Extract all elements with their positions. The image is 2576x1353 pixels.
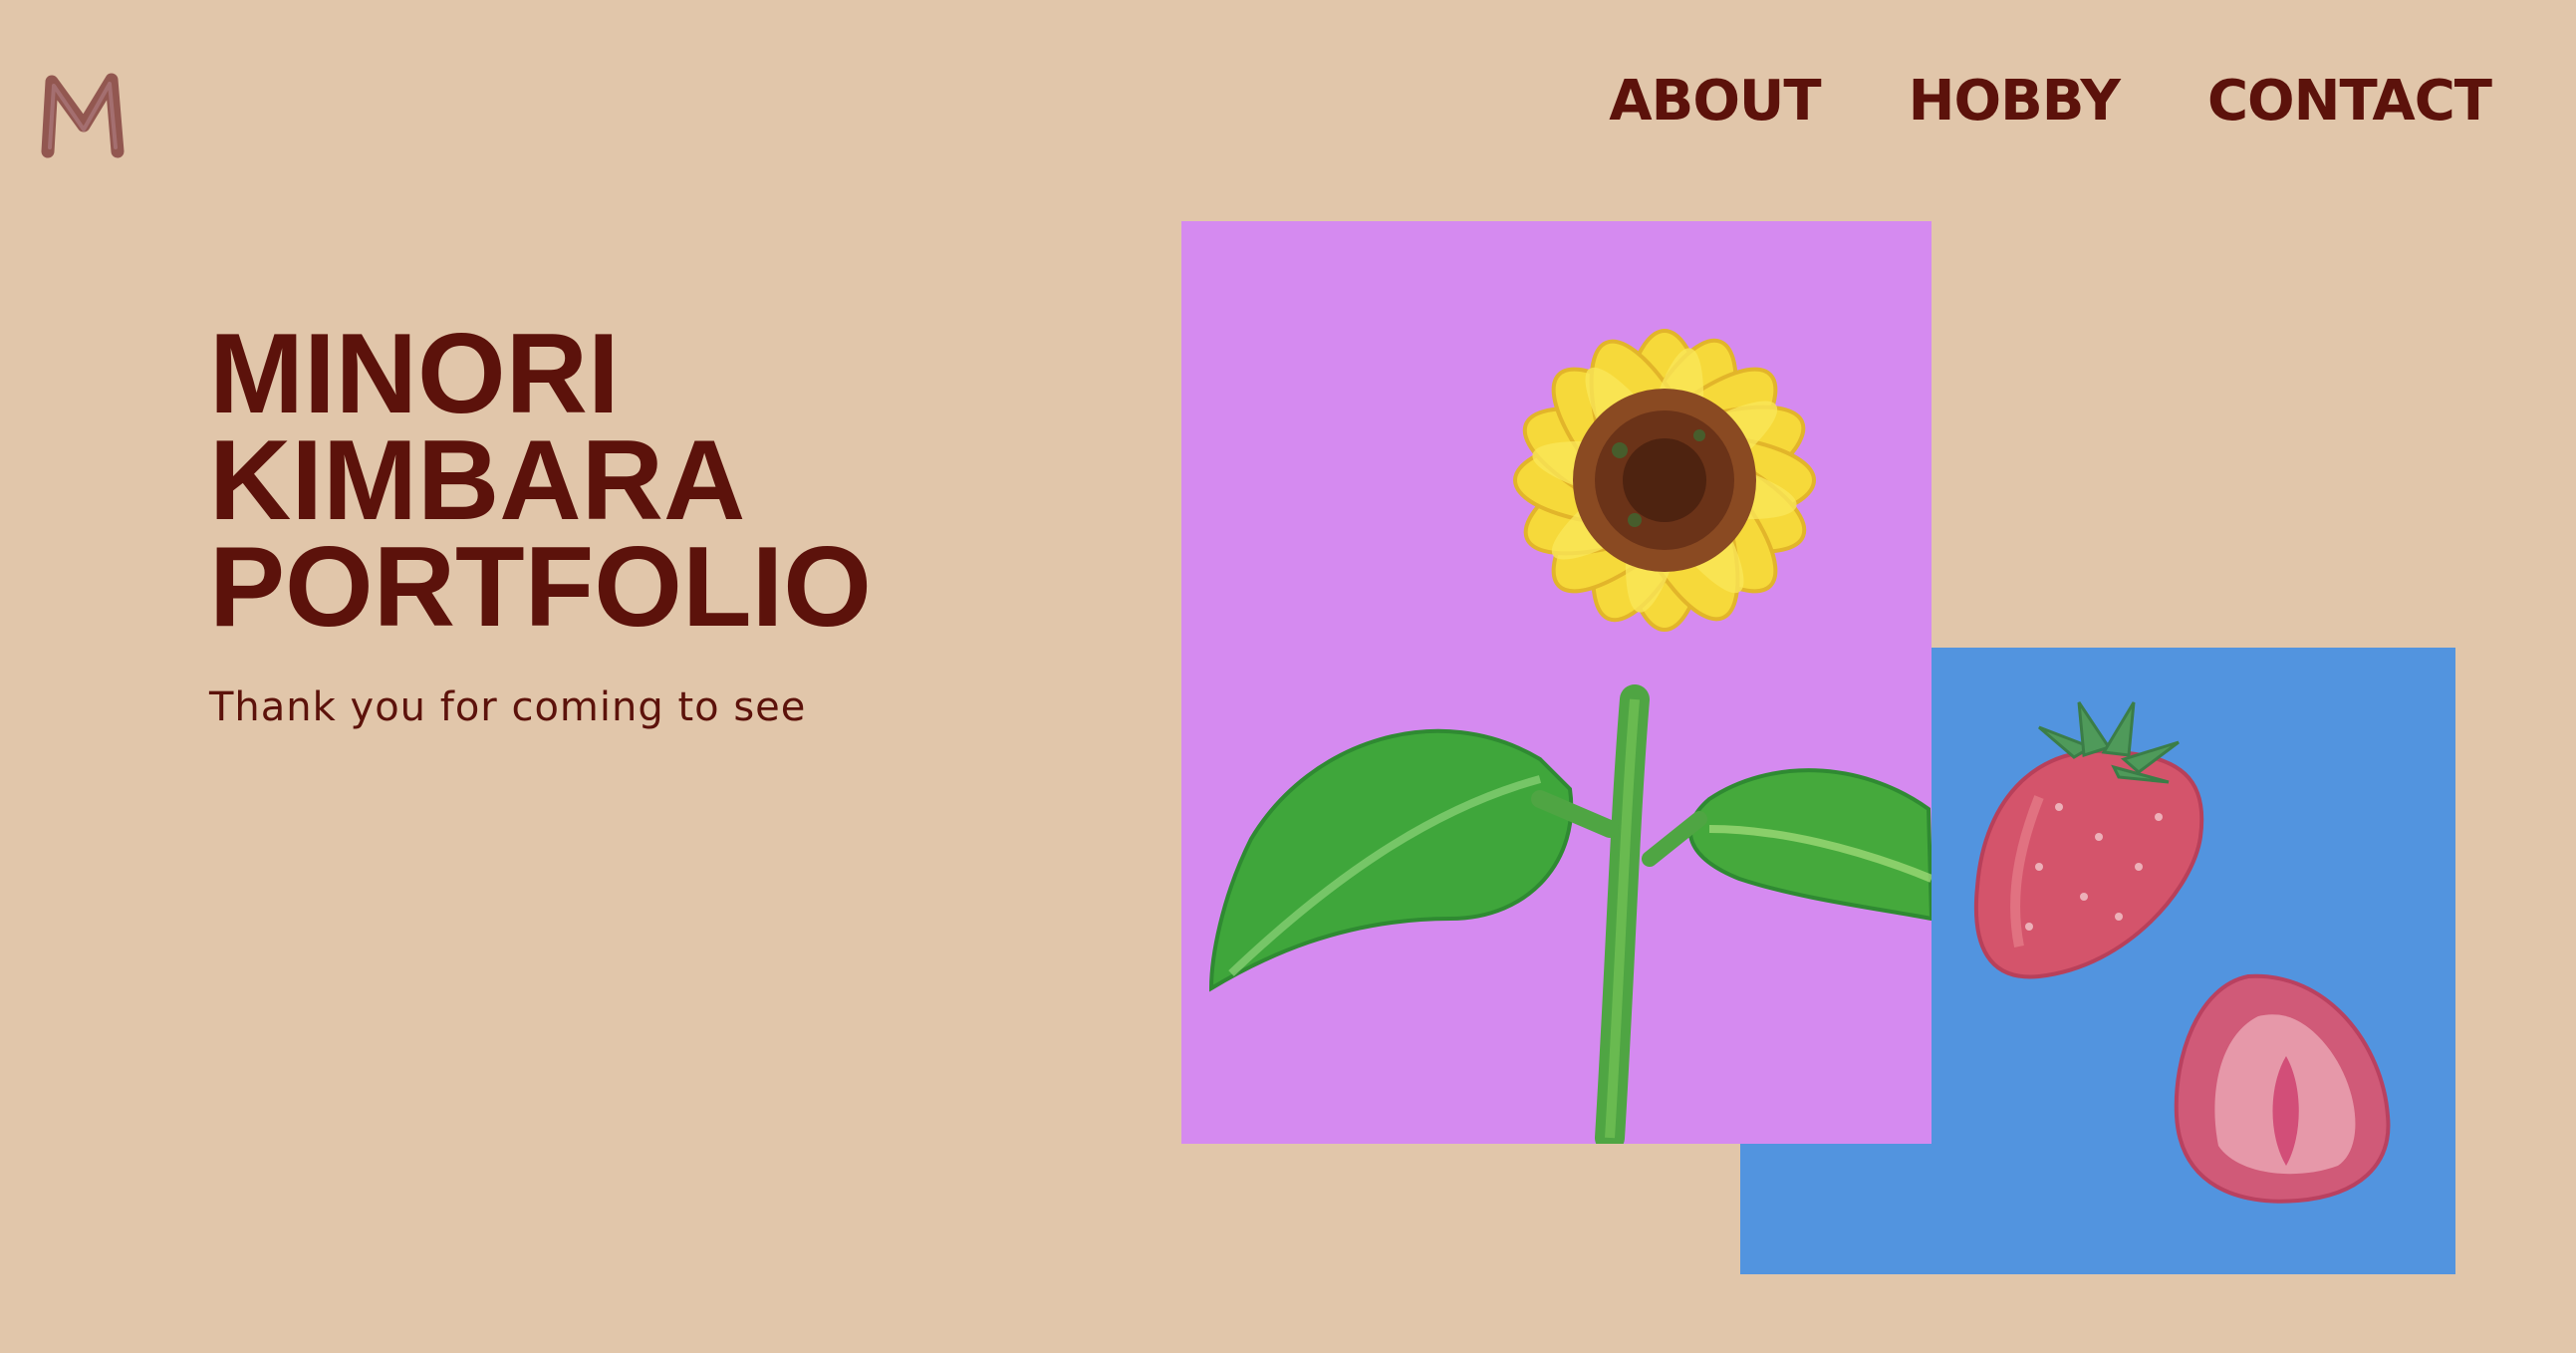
- hero-title-line-3: PORTFOLIO: [209, 524, 872, 651]
- hero-title: MINORI KIMBARA PORTFOLIO: [209, 311, 872, 651]
- hero-title-line-2: KIMBARA: [209, 417, 746, 544]
- sunflower-artwork: [1181, 221, 1932, 1144]
- nav-about-link[interactable]: ABOUT: [1609, 66, 1821, 137]
- main-nav: ABOUT HOBBY CONTACT: [1609, 66, 2492, 137]
- crayon-m-logo-icon: [41, 73, 125, 158]
- site-logo[interactable]: [38, 68, 129, 159]
- hero-subtitle: Thank you for coming to see: [209, 684, 807, 730]
- sunflower-illustration: [1208, 329, 1932, 1144]
- hero-title-line-1: MINORI: [209, 311, 620, 437]
- nav-hobby-link[interactable]: HOBBY: [1909, 66, 2121, 137]
- nav-contact-link[interactable]: CONTACT: [2207, 66, 2492, 137]
